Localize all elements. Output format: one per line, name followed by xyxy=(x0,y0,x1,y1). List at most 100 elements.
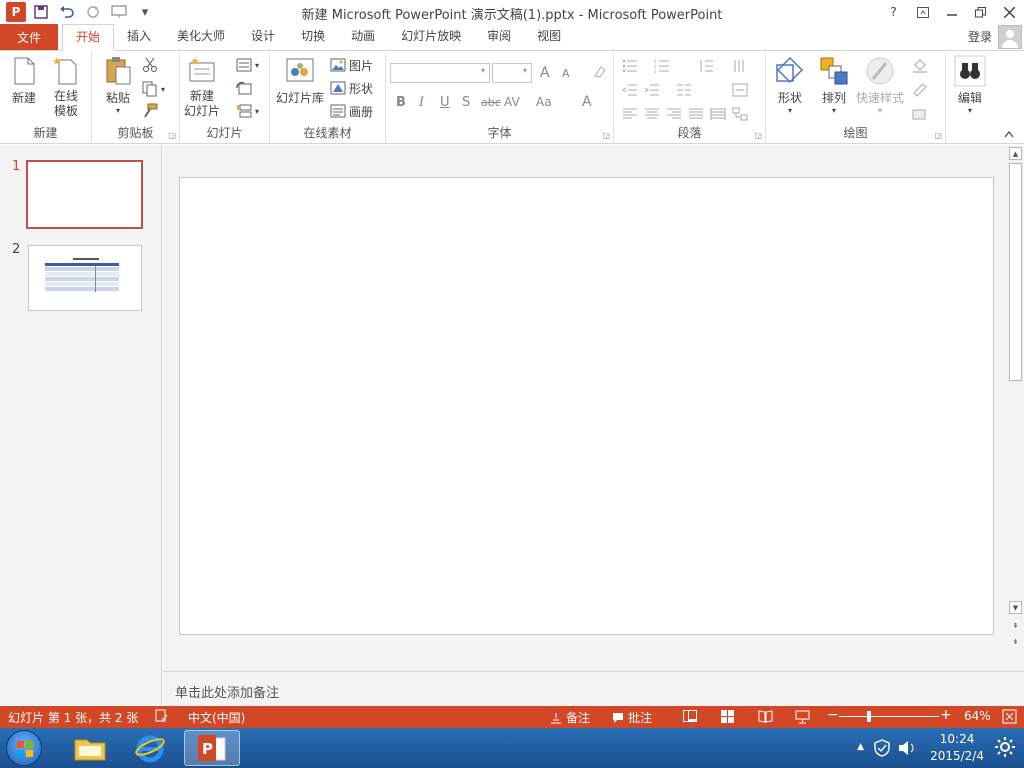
ribbon-display-options-icon[interactable] xyxy=(908,0,937,24)
notes-pane[interactable]: 单击此处添加备注 xyxy=(163,671,1024,706)
quick-styles-dropdown-icon[interactable]: ▾ xyxy=(878,106,882,115)
change-case-button[interactable]: Aa xyxy=(536,95,552,109)
font-color-button[interactable]: A xyxy=(582,94,592,110)
clipboard-launcher-icon[interactable]: ◲ xyxy=(168,131,176,140)
tab-animations[interactable]: 动画 xyxy=(338,24,388,50)
vertical-scrollbar[interactable]: ▲ ▼ ⇞ ⇟ xyxy=(1007,145,1024,671)
underline-button[interactable]: U xyxy=(440,95,450,110)
smartart-icon[interactable] xyxy=(732,107,748,121)
text-direction-icon[interactable] xyxy=(732,59,748,73)
shape-button[interactable]: 形状 xyxy=(330,78,373,98)
spell-check-icon[interactable] xyxy=(155,709,168,722)
font-launcher-icon[interactable]: ◲ xyxy=(602,131,610,140)
distributed-icon[interactable] xyxy=(710,107,726,121)
security-shield-icon[interactable] xyxy=(874,739,890,760)
copy-icon[interactable]: ▾ xyxy=(142,79,165,99)
paste-button[interactable]: 粘贴 ▾ xyxy=(102,55,134,115)
close-icon[interactable] xyxy=(995,0,1024,24)
shape-effects-icon[interactable] xyxy=(912,107,928,121)
slide-library-button[interactable]: 幻灯片库 xyxy=(276,55,324,106)
bullets-icon[interactable] xyxy=(622,59,638,73)
current-slide-canvas[interactable] xyxy=(179,177,994,635)
shrink-font-button[interactable]: A xyxy=(562,67,570,80)
section-icon[interactable]: ▾ xyxy=(236,101,259,121)
scroll-up-icon[interactable]: ▲ xyxy=(1009,147,1022,160)
tab-view[interactable]: 视图 xyxy=(524,24,574,50)
justify-icon[interactable] xyxy=(688,107,704,121)
slide-thumbnail-1[interactable] xyxy=(26,160,143,229)
show-hidden-icons-icon[interactable]: ▲ xyxy=(857,742,864,752)
format-painter-icon[interactable] xyxy=(142,101,161,121)
increase-indent-icon[interactable] xyxy=(644,83,660,97)
line-spacing-icon[interactable] xyxy=(698,59,714,73)
shadow-button[interactable]: S xyxy=(462,95,470,110)
zoom-in-button[interactable]: + xyxy=(940,707,952,723)
slideshow-view-icon[interactable] xyxy=(795,709,810,724)
scroll-down-icon[interactable]: ▼ xyxy=(1009,601,1022,614)
zoom-slider-knob[interactable] xyxy=(867,711,871,722)
decrease-indent-icon[interactable] xyxy=(622,83,638,97)
tab-transitions[interactable]: 切换 xyxy=(288,24,338,50)
character-spacing-button[interactable]: AV xyxy=(504,95,520,109)
arrange-dropdown-icon[interactable]: ▾ xyxy=(832,106,836,115)
taskbar-clock[interactable]: 10:24 2015/2/4 xyxy=(930,731,984,765)
online-template-button[interactable]: 在线 模板 xyxy=(50,55,82,119)
grow-font-button[interactable]: A xyxy=(540,65,550,81)
align-right-icon[interactable] xyxy=(666,107,682,121)
tab-slideshow[interactable]: 幻灯片放映 xyxy=(388,24,474,50)
editing-button[interactable]: 编辑 ▾ xyxy=(954,55,986,115)
tab-beautify[interactable]: 美化大师 xyxy=(164,24,238,50)
align-center-icon[interactable] xyxy=(644,107,660,121)
file-explorer-taskbar-icon[interactable] xyxy=(62,730,118,766)
align-left-icon[interactable] xyxy=(622,107,638,121)
new-button[interactable]: 新建 xyxy=(8,55,40,106)
zoom-slider-track[interactable] xyxy=(839,716,939,717)
tab-design[interactable]: 设计 xyxy=(238,24,288,50)
notes-toggle-button[interactable]: 备注 xyxy=(550,709,590,726)
album-button[interactable]: 画册 xyxy=(330,101,373,121)
normal-view-icon[interactable] xyxy=(682,708,698,724)
powerpoint-taskbar-icon[interactable]: P xyxy=(184,730,240,766)
paragraph-launcher-icon[interactable]: ◲ xyxy=(754,131,762,140)
shapes-dropdown-icon[interactable]: ▾ xyxy=(788,106,792,115)
bold-button[interactable]: B xyxy=(396,95,406,110)
zoom-level[interactable]: 64% xyxy=(964,709,991,723)
zoom-out-button[interactable]: − xyxy=(827,707,839,723)
tab-review[interactable]: 审阅 xyxy=(474,24,524,50)
picture-button[interactable]: 图片 xyxy=(330,55,373,75)
new-slide-button[interactable]: 新建 幻灯片 xyxy=(184,55,220,119)
arrange-button[interactable]: 排列 ▾ xyxy=(818,55,850,115)
layout-icon[interactable]: ▾ xyxy=(236,55,259,75)
show-desktop-icon[interactable] xyxy=(994,736,1016,761)
start-button-icon[interactable] xyxy=(6,730,42,766)
reading-view-icon[interactable] xyxy=(758,709,773,724)
help-button[interactable]: ? xyxy=(879,0,908,24)
reset-slide-icon[interactable] xyxy=(236,79,255,99)
comments-toggle-button[interactable]: 批注 xyxy=(612,709,652,726)
tab-home[interactable]: 开始 xyxy=(62,24,115,51)
minimize-icon[interactable] xyxy=(937,0,966,24)
drawing-launcher-icon[interactable]: ◲ xyxy=(934,131,942,140)
columns-icon[interactable] xyxy=(676,83,692,97)
tab-insert[interactable]: 插入 xyxy=(114,24,164,50)
collapse-ribbon-icon[interactable] xyxy=(1004,130,1014,141)
numbering-icon[interactable]: 123 xyxy=(654,59,670,73)
restore-icon[interactable] xyxy=(966,0,995,24)
volume-icon[interactable] xyxy=(898,740,916,759)
tab-file[interactable]: 文件 xyxy=(0,24,58,50)
slide-sorter-view-icon[interactable] xyxy=(720,709,735,724)
shape-fill-icon[interactable] xyxy=(912,59,928,73)
previous-slide-icon[interactable]: ⇞ xyxy=(1009,619,1022,632)
clear-format-icon[interactable] xyxy=(592,64,608,84)
slide-thumbnail-2[interactable] xyxy=(28,245,142,311)
avatar[interactable] xyxy=(998,25,1022,49)
language-status[interactable]: 中文(中国) xyxy=(188,709,245,726)
login-link[interactable]: 登录 xyxy=(968,28,992,45)
quick-styles-button[interactable]: 快速样式 ▾ xyxy=(856,55,904,115)
font-name-combo[interactable]: ▾ xyxy=(390,63,490,83)
align-text-icon[interactable] xyxy=(732,83,748,97)
font-size-combo[interactable]: ▾ xyxy=(492,63,532,83)
shapes-button[interactable]: 形状 ▾ xyxy=(774,55,806,115)
strikethrough-button[interactable]: abc xyxy=(481,96,501,109)
next-slide-icon[interactable]: ⇟ xyxy=(1009,635,1022,648)
